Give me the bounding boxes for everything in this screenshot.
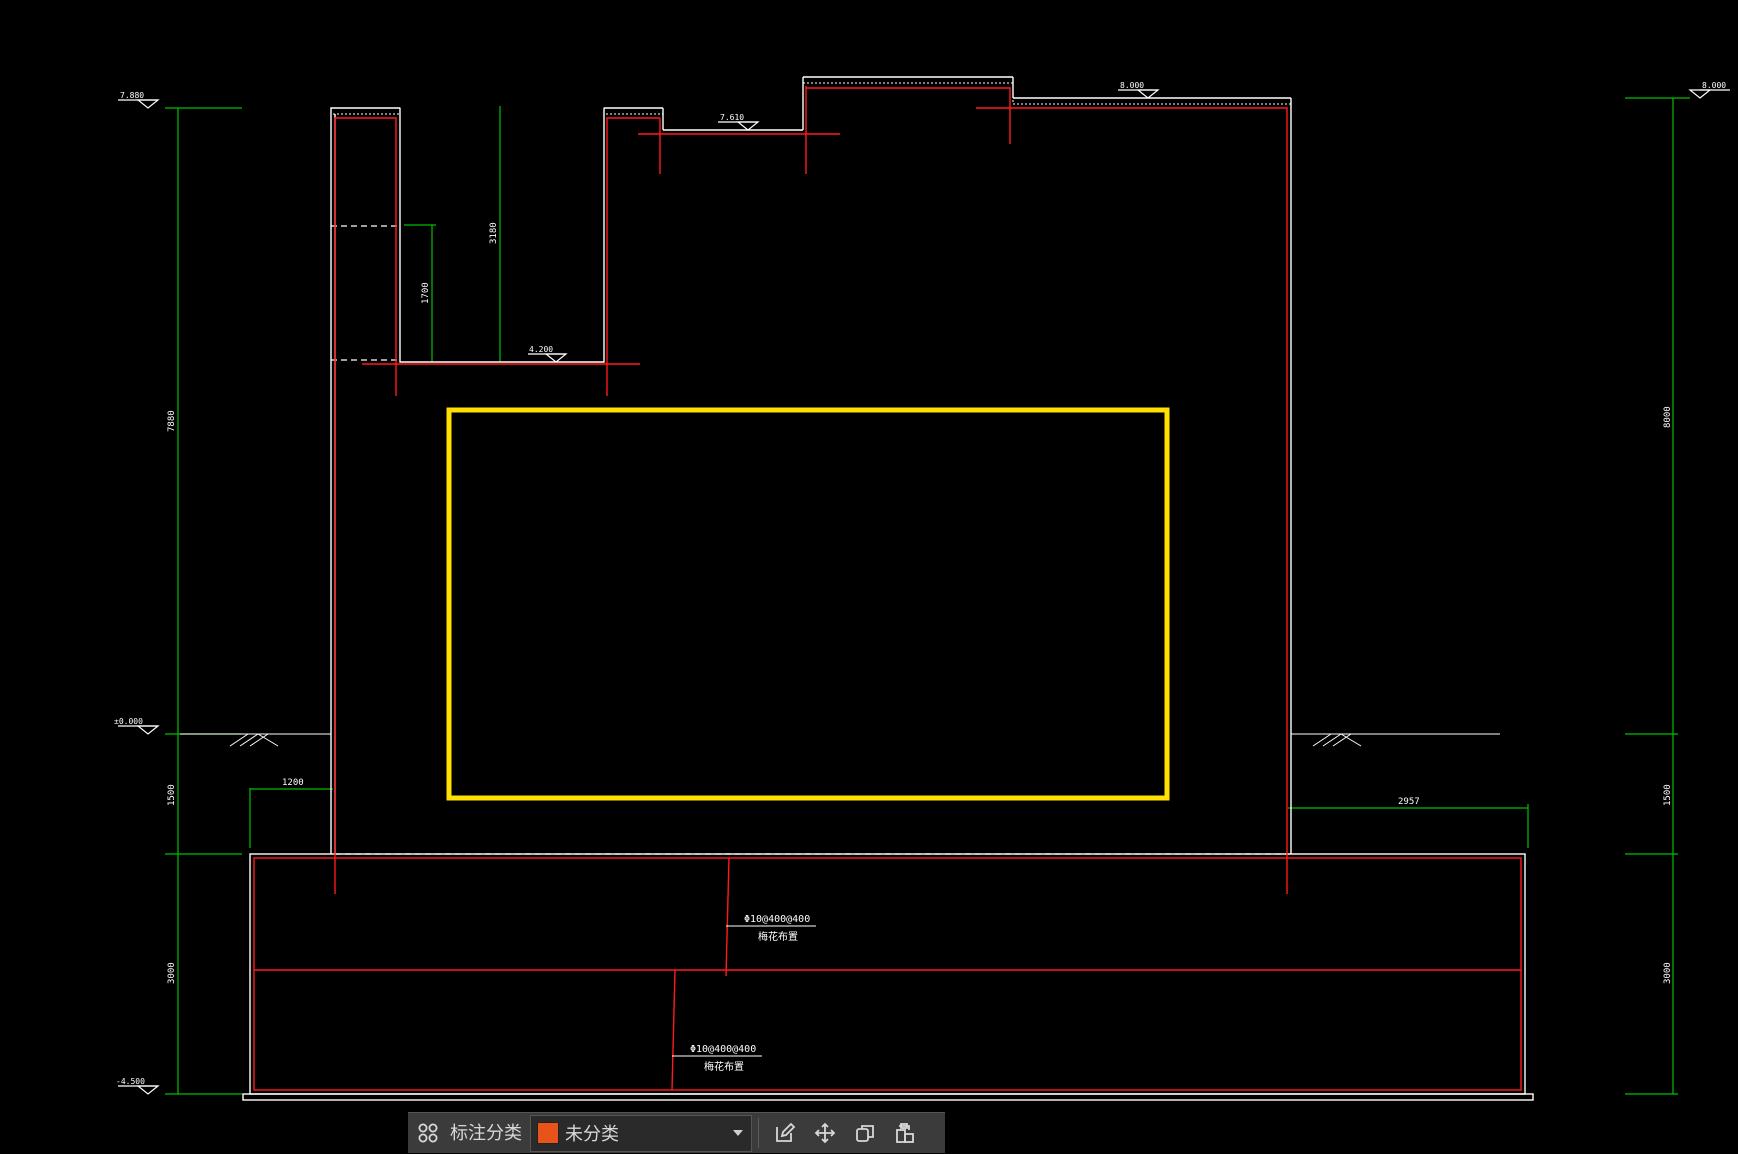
right-dimension-chain xyxy=(1625,97,1690,1095)
move-icon[interactable] xyxy=(805,1113,845,1154)
dim-left-total: 7880 xyxy=(167,410,177,432)
chevron-down-icon xyxy=(733,1130,743,1136)
category-label: 标注分类 xyxy=(450,1122,522,1144)
category-dropdown[interactable]: 未分类 xyxy=(530,1114,752,1152)
cad-viewport[interactable]: 7.880 ±0.000 -4.500 8.000 8.000 7.610 4.… xyxy=(0,0,1738,1153)
rebar-lower-note: 梅花布置 xyxy=(704,1060,744,1073)
rebar-lower-spec: Φ10@400@400 xyxy=(690,1044,756,1055)
structure-outline xyxy=(242,76,1534,1101)
elevation-step-level: 7.610 xyxy=(720,113,744,122)
rebar-lines xyxy=(253,86,1522,1091)
dim-inner-small: 1700 xyxy=(421,282,431,304)
dim-left-offset: 1200 xyxy=(282,778,304,788)
elevation-right-top: 8.000 xyxy=(1702,81,1726,90)
rebar-upper-spec: Φ10@400@400 xyxy=(744,914,810,925)
elevation-left-bottom: -4.500 xyxy=(116,1077,145,1086)
paste-icon[interactable] xyxy=(885,1113,925,1154)
elevation-mid-top: 8.000 xyxy=(1120,81,1144,90)
dim-left-bottom: 3000 xyxy=(167,962,177,984)
dim-inner-height: 3180 xyxy=(489,222,499,244)
category-value: 未分类 xyxy=(565,1124,619,1145)
dim-right-offset: 2957 xyxy=(1398,797,1420,807)
elevation-markers xyxy=(118,89,1730,1095)
edit-icon[interactable] xyxy=(765,1113,805,1154)
copy-icon[interactable] xyxy=(845,1113,885,1154)
elevation-inner-level: 4.200 xyxy=(529,345,553,354)
cad-drawing-canvas[interactable]: 7.880 ±0.000 -4.500 8.000 8.000 7.610 4.… xyxy=(0,0,1738,1153)
rebar-upper-note: 梅花布置 xyxy=(758,930,798,943)
annotation-toolbar: 标注分类 未分类 xyxy=(408,1112,945,1153)
ground-lines xyxy=(180,733,1500,747)
dim-left-mid: 1500 xyxy=(167,784,177,806)
elevation-left-top: 7.880 xyxy=(120,91,144,100)
dashed-lines xyxy=(331,225,1291,855)
category-color-swatch xyxy=(537,1122,559,1144)
grid-icon[interactable] xyxy=(408,1113,448,1154)
selection-highlight[interactable] xyxy=(446,407,1170,801)
elevation-left-zero: ±0.000 xyxy=(114,717,143,726)
toolbar-separator xyxy=(758,1118,759,1148)
left-dimension-chain xyxy=(165,107,242,1095)
dim-right-bottom: 3000 xyxy=(1663,962,1673,984)
dim-right-total: 8000 xyxy=(1663,406,1673,428)
dim-right-mid: 1500 xyxy=(1663,784,1673,806)
